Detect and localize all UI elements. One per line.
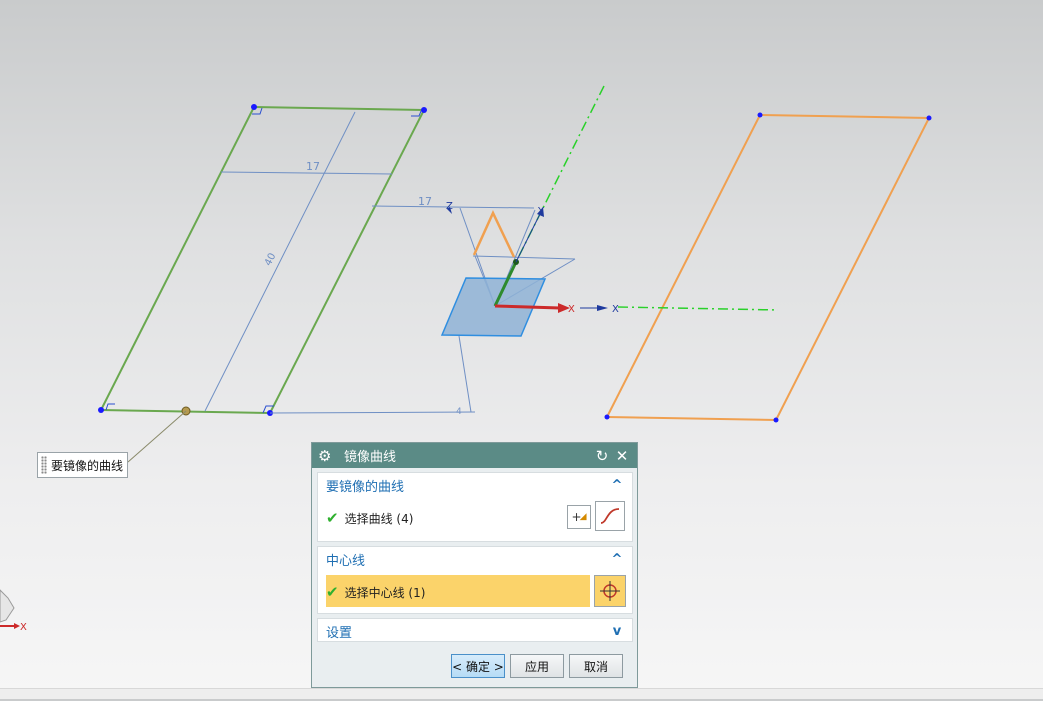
- dialog-title: 镜像曲线: [344, 450, 397, 465]
- dialog-titlebar[interactable]: ⚙ 镜像曲线 ↻ ✕: [312, 443, 637, 468]
- chevron-down-icon[interactable]: v: [610, 624, 624, 639]
- dimension-label-offset[interactable]: 17: [418, 195, 432, 208]
- axis-label-z: Z: [446, 201, 453, 212]
- cancel-button[interactable]: 取消: [569, 654, 623, 678]
- group-centerline-title: 中心线: [326, 553, 366, 569]
- mirror-curve-dialog[interactable]: ⚙ 镜像曲线 ↻ ✕ 要镜像的曲线 ^ ✔ 选择曲线 (4) + ◢ 中心线 ^ …: [311, 442, 638, 688]
- axis-label-x2: X: [612, 304, 619, 315]
- view-triad-corner[interactable]: [0, 589, 20, 629]
- check-icon: ✔: [326, 583, 339, 601]
- dimension-label-length[interactable]: 40: [263, 251, 279, 267]
- dimensions: [204, 111, 576, 414]
- axis-label-y: Y: [537, 206, 545, 217]
- selection-callout[interactable]: 要镜像的曲线: [37, 452, 128, 478]
- group-curves-to-mirror: 要镜像的曲线 ^ ✔ 选择曲线 (4) + ◢: [317, 472, 633, 542]
- mirrored-curves[interactable]: [604, 112, 932, 423]
- select-centerline-row[interactable]: ✔ 选择中心线 (1): [326, 583, 425, 601]
- add-curve-icon[interactable]: + ◢: [567, 505, 591, 529]
- bottom-toolbar-strip[interactable]: [0, 688, 1043, 699]
- dimension-label-small[interactable]: 4: [456, 407, 462, 417]
- dimension-label-width[interactable]: 17: [306, 160, 320, 173]
- curve-filter-icon[interactable]: [595, 501, 625, 531]
- reset-icon[interactable]: ↻: [593, 447, 611, 465]
- select-centerline-label: 选择中心线 (1): [344, 585, 426, 600]
- group-centerline: 中心线 ^ ✔ 选择中心线 (1): [317, 546, 633, 614]
- apply-button[interactable]: 应用: [510, 654, 564, 678]
- corner-axis-label-x: X: [20, 622, 27, 633]
- axis-label-x: X: [568, 304, 575, 315]
- group-centerline-header[interactable]: 中心线 ^: [318, 547, 632, 571]
- group-settings: 设置 v: [317, 618, 633, 642]
- check-icon: ✔: [326, 509, 339, 527]
- grip-handle-icon[interactable]: [41, 456, 47, 474]
- chevron-up-icon[interactable]: ^: [610, 478, 624, 493]
- original-curves[interactable]: [98, 104, 427, 416]
- chevron-up-icon[interactable]: ^: [610, 552, 624, 567]
- ok-button[interactable]: < 确定 >: [451, 654, 505, 678]
- crosshair-icon[interactable]: [594, 575, 626, 607]
- close-icon[interactable]: ✕: [613, 447, 631, 465]
- group-curves-header[interactable]: 要镜像的曲线 ^: [318, 473, 632, 497]
- group-settings-header[interactable]: 设置 v: [318, 619, 632, 643]
- orange-vertex-marker: [472, 210, 516, 258]
- group-curves-title: 要镜像的曲线: [326, 479, 405, 495]
- centerline[interactable]: [515, 85, 779, 311]
- group-settings-title: 设置: [326, 625, 353, 641]
- select-curve-row[interactable]: ✔ 选择曲线 (4): [326, 509, 413, 527]
- select-curve-label: 选择曲线 (4): [344, 511, 414, 526]
- callout-leader: [127, 410, 187, 463]
- callout-label: 要镜像的曲线: [51, 458, 124, 473]
- gear-icon[interactable]: ⚙: [318, 447, 336, 465]
